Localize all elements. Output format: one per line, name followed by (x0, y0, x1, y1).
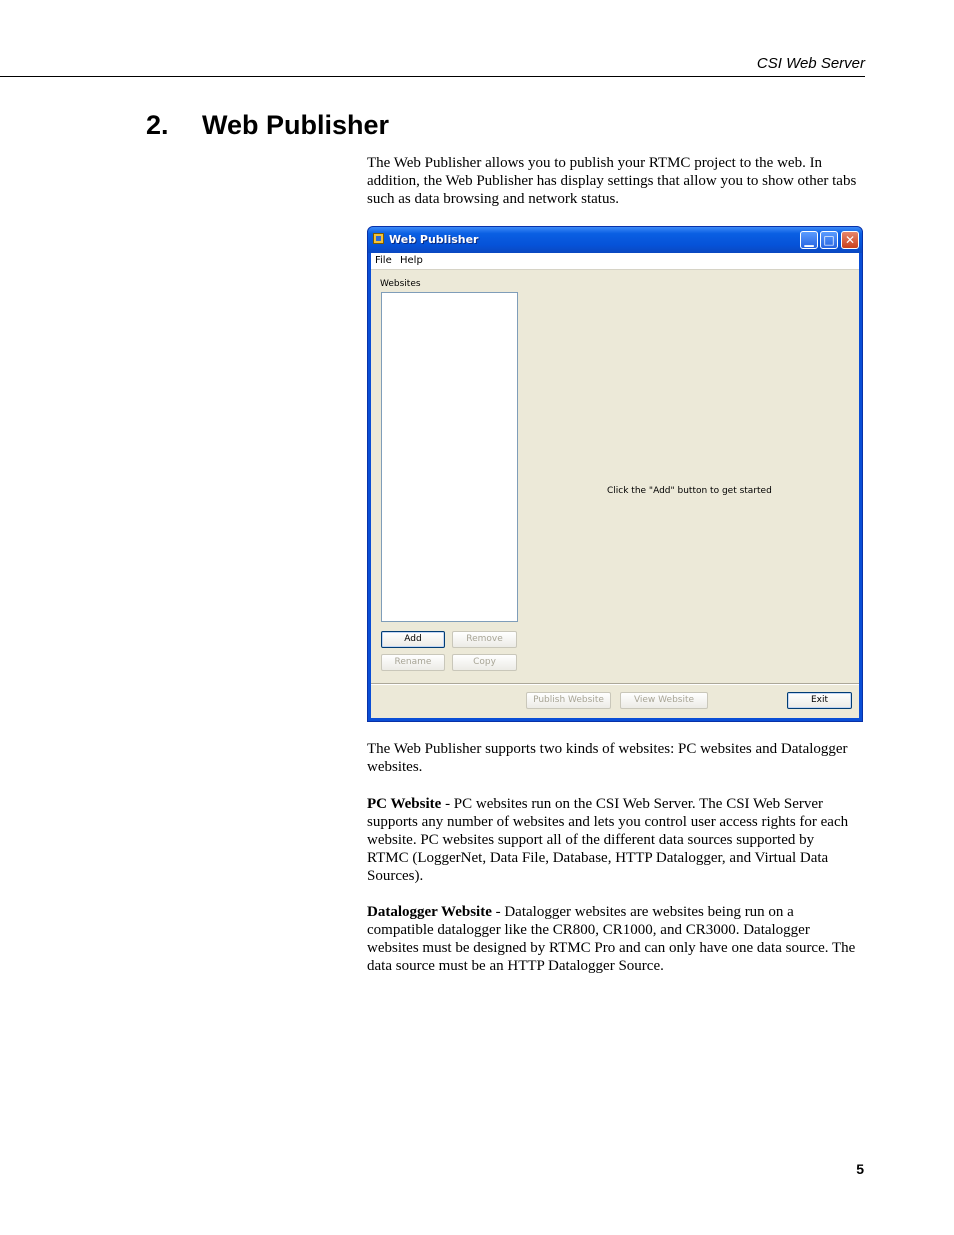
menu-file[interactable]: File (375, 255, 392, 266)
website-kinds-paragraph: The Web Publisher supports two kinds of … (367, 741, 848, 775)
pc-website-paragraph: PC Website - PC websites run on the CSI … (367, 795, 857, 885)
page-number: 5 (856, 1161, 864, 1177)
datalogger-website-term: Datalogger Website (367, 904, 492, 920)
running-header: CSI Web Server (0, 54, 865, 77)
rename-button[interactable]: Rename (381, 654, 445, 671)
chapter-title: 2. Web Publisher (146, 110, 389, 141)
chapter-number: 2. (146, 110, 169, 140)
datalogger-website-paragraph: Datalogger Website - Datalogger websites… (367, 903, 857, 975)
websites-label: Websites (380, 279, 421, 289)
window-title: Web Publisher (389, 233, 479, 246)
intro-paragraph: The Web Publisher allows you to publish … (367, 155, 857, 207)
app-icon (373, 233, 384, 244)
minimize-icon[interactable]: ▁ (800, 231, 818, 249)
websites-list[interactable] (381, 292, 518, 622)
chapter-title-text: Web Publisher (202, 110, 390, 140)
publish-website-button[interactable]: Publish Website (526, 692, 611, 709)
exit-button[interactable]: Exit (787, 692, 852, 709)
pc-website-term: PC Website (367, 796, 442, 812)
window-client-area: File Help Websites Add Remove Rename Cop… (371, 253, 859, 718)
window-titlebar[interactable]: Web Publisher ▁ □ ✕ (368, 227, 862, 253)
add-button[interactable]: Add (381, 631, 445, 648)
menu-bar: File Help (371, 253, 859, 270)
maximize-icon[interactable]: □ (820, 231, 838, 249)
copy-button[interactable]: Copy (452, 654, 517, 671)
footer-divider (371, 683, 859, 685)
running-header-title: CSI Web Server (756, 55, 865, 72)
web-publisher-window: Web Publisher ▁ □ ✕ File Help Websites A… (367, 226, 863, 722)
get-started-hint: Click the "Add" button to get started (607, 486, 772, 496)
remove-button[interactable]: Remove (452, 631, 517, 648)
close-icon[interactable]: ✕ (841, 231, 859, 249)
menu-help[interactable]: Help (400, 255, 423, 266)
view-website-button[interactable]: View Website (620, 692, 708, 709)
